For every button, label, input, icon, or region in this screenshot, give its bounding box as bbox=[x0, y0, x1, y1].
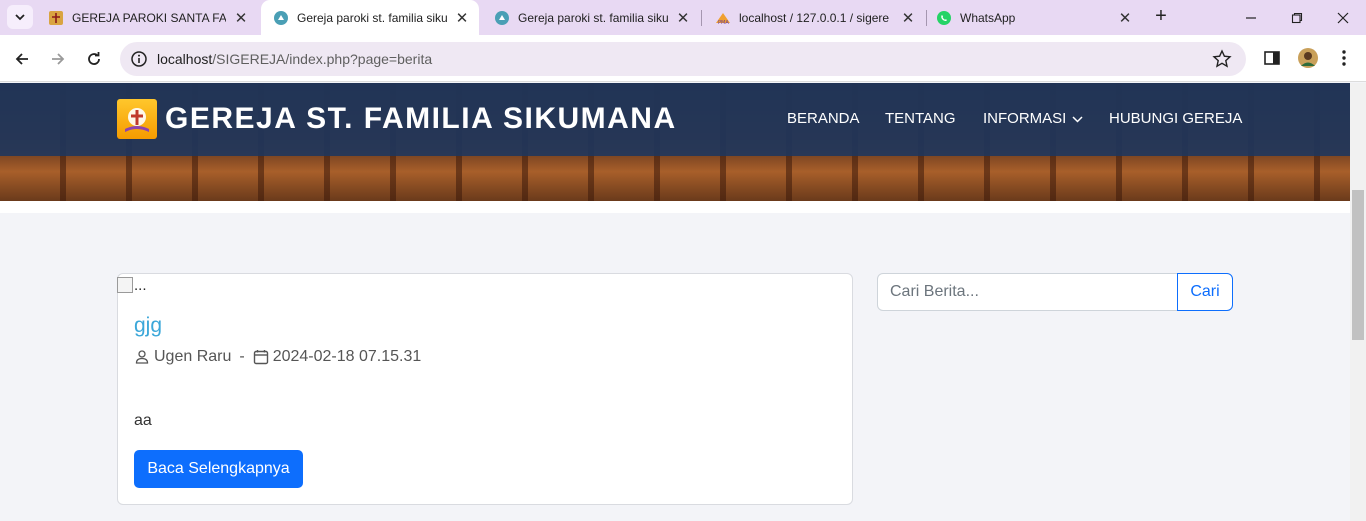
church-logo-icon bbox=[117, 99, 157, 139]
tab-title: WhatsApp bbox=[960, 10, 1016, 25]
browser-tab-bar: GEREJA PAROKI SANTA FAMI ✕ Gereja paroki… bbox=[0, 0, 1366, 35]
search-news-input[interactable]: Cari Berita... bbox=[877, 273, 1178, 311]
calendar-icon bbox=[253, 349, 269, 365]
close-window-button[interactable] bbox=[1320, 0, 1366, 35]
news-date: 2024-02-18 07.15.31 bbox=[272, 348, 422, 365]
back-button[interactable] bbox=[8, 45, 36, 73]
news-title-link[interactable]: gjg bbox=[134, 314, 162, 338]
hero-divider bbox=[0, 201, 1350, 213]
globe-icon bbox=[494, 10, 510, 26]
close-icon bbox=[1337, 12, 1349, 23]
whatsapp-icon bbox=[936, 10, 952, 26]
arrow-right-icon bbox=[52, 53, 65, 65]
broken-image-icon bbox=[117, 277, 133, 293]
info-icon[interactable] bbox=[130, 50, 148, 68]
nav-informasi-label: INFORMASI bbox=[983, 110, 1067, 127]
tab-search-button[interactable] bbox=[7, 5, 33, 29]
restore-button[interactable] bbox=[1274, 0, 1320, 35]
tab-separator bbox=[701, 10, 702, 26]
forward-button[interactable] bbox=[44, 45, 72, 73]
chevron-down-icon bbox=[1072, 115, 1083, 123]
globe-icon bbox=[273, 10, 289, 26]
site-title: GEREJA ST. FAMILIA SIKUMANA bbox=[165, 102, 677, 135]
browser-tab-1[interactable]: GEREJA PAROKI SANTA FAMI ✕ bbox=[36, 0, 258, 35]
news-excerpt: aa bbox=[134, 412, 152, 429]
reload-button[interactable] bbox=[80, 45, 108, 73]
news-image-broken: ... bbox=[117, 274, 147, 296]
tab-title: Gereja paroki st. familia sikur bbox=[297, 10, 447, 25]
svg-text:PMA: PMA bbox=[718, 20, 729, 26]
profile-avatar[interactable] bbox=[1297, 47, 1319, 69]
menu-button[interactable] bbox=[1333, 47, 1355, 69]
arrow-left-icon bbox=[15, 53, 28, 65]
church-logo-icon bbox=[48, 10, 64, 26]
close-tab-icon[interactable]: ✕ bbox=[899, 9, 917, 27]
phpmyadmin-icon: PMA bbox=[715, 10, 731, 26]
nav-hubungi-gereja[interactable]: HUBUNGI GEREJA bbox=[1109, 109, 1242, 129]
url-host: localhost bbox=[157, 51, 213, 67]
news-author: Ugen Raru bbox=[154, 348, 232, 365]
close-tab-icon[interactable]: ✕ bbox=[674, 9, 692, 27]
avatar-icon bbox=[1298, 48, 1318, 68]
browser-tab-4[interactable]: PMA localhost / 127.0.0.1 / sigere ✕ bbox=[703, 0, 925, 35]
nav-informasi[interactable]: INFORMASI bbox=[983, 109, 1083, 129]
nav-tentang[interactable]: TENTANG bbox=[885, 109, 956, 129]
reload-icon bbox=[88, 52, 100, 65]
tab-title: localhost / 127.0.0.1 / sigere bbox=[739, 10, 890, 25]
browser-tab-2[interactable]: Gereja paroki st. familia sikur ✕ bbox=[261, 0, 479, 35]
read-more-button[interactable]: Baca Selengkapnya bbox=[134, 450, 303, 488]
close-tab-icon[interactable]: ✕ bbox=[1116, 9, 1134, 27]
browser-tab-5[interactable]: WhatsApp ✕ bbox=[924, 0, 1142, 35]
site-brand[interactable]: GEREJA ST. FAMILIA SIKUMANA bbox=[117, 99, 677, 139]
side-panel-button[interactable] bbox=[1261, 47, 1283, 69]
side-panel-icon bbox=[1264, 51, 1280, 65]
user-icon bbox=[134, 349, 150, 365]
new-tab-button[interactable]: + bbox=[1150, 6, 1172, 28]
tab-title: GEREJA PAROKI SANTA FAMI bbox=[72, 10, 226, 25]
close-tab-icon[interactable]: ✕ bbox=[232, 9, 250, 27]
minimize-icon bbox=[1246, 16, 1256, 19]
chevron-down-icon bbox=[15, 14, 25, 21]
minimize-button[interactable] bbox=[1228, 0, 1274, 35]
image-alt-text: ... bbox=[134, 276, 147, 294]
browser-tab-3[interactable]: Gereja paroki st. familia siku ✕ bbox=[482, 0, 700, 35]
url-text: localhost/SIGEREJA/index.php?page=berita bbox=[157, 51, 432, 67]
url-path: /SIGEREJA/index.php?page=berita bbox=[212, 51, 433, 67]
more-vert-icon bbox=[1342, 50, 1346, 66]
tab-title: Gereja paroki st. familia siku bbox=[518, 10, 668, 25]
scrollbar-thumb[interactable] bbox=[1352, 190, 1364, 340]
restore-icon bbox=[1291, 12, 1303, 23]
close-tab-icon[interactable]: ✕ bbox=[453, 9, 471, 27]
browser-toolbar: localhost/SIGEREJA/index.php?page=berita bbox=[0, 35, 1366, 82]
search-button[interactable]: Cari bbox=[1177, 273, 1233, 311]
address-bar[interactable]: localhost/SIGEREJA/index.php?page=berita bbox=[120, 42, 1246, 76]
nav-beranda[interactable]: BERANDA bbox=[787, 109, 860, 129]
bookmark-star-icon[interactable] bbox=[1212, 49, 1232, 69]
news-meta: Ugen Raru - 2024-02-18 07.15.31 bbox=[134, 348, 421, 366]
meta-separator: - bbox=[239, 348, 245, 365]
